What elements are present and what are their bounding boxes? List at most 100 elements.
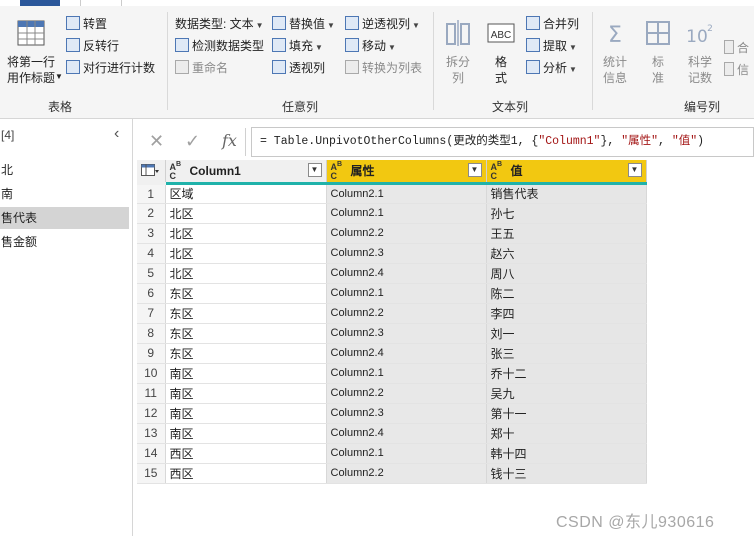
cell-column1[interactable]: 区域 [165, 183, 327, 204]
convert-to-list-label: 转换为列表 [362, 61, 423, 75]
cell-value[interactable]: 李四 [486, 303, 647, 324]
unpivot-columns-button[interactable]: 逆透视列 ▼ [345, 16, 420, 34]
cell-column1[interactable]: 北区 [165, 203, 327, 224]
cell-value[interactable]: 钱十三 [486, 463, 647, 484]
statistics-button[interactable]: Σ 统计 信息 [597, 18, 633, 86]
formula-text: , [658, 135, 672, 148]
query-item[interactable]: 售金额 [0, 231, 129, 253]
filter-dropdown-icon[interactable]: ▼ [307, 163, 322, 177]
text-type-icon[interactable]: AB C [170, 160, 186, 181]
cell-column1[interactable]: 南区 [165, 383, 327, 404]
column-header-value[interactable]: AB C 值 ▼ [486, 160, 647, 185]
cell-value[interactable]: 销售代表 [486, 183, 647, 204]
filter-dropdown-icon[interactable]: ▼ [627, 163, 642, 177]
fx-icon[interactable]: fx [222, 131, 237, 150]
cell-attribute[interactable]: Column2.1 [326, 183, 487, 204]
extract-button[interactable]: 提取 ▼ [526, 38, 577, 56]
cell-value[interactable]: 吴九 [486, 383, 647, 404]
row-number: 12 [137, 403, 166, 424]
replace-values-button[interactable]: 替换值 ▼ [272, 16, 335, 34]
merge-columns-button[interactable]: 合并列 [526, 16, 579, 32]
confirm-formula-icon[interactable]: ✓ [185, 131, 200, 152]
query-item[interactable]: 南 [0, 183, 129, 205]
count-rows-button[interactable]: 对行进行计数 [66, 60, 155, 76]
chevron-down-icon[interactable]: ▼ [55, 72, 63, 81]
reverse-rows-button[interactable]: 反转行 [66, 38, 119, 54]
cell-value[interactable]: 张三 [486, 343, 647, 364]
cell-attribute[interactable]: Column2.2 [326, 383, 487, 404]
pivot-column-label: 透视列 [289, 61, 326, 75]
svg-text:10: 10 [686, 27, 708, 47]
convert-to-list-button[interactable]: 转换为列表 [345, 60, 422, 76]
cell-column1[interactable]: 西区 [165, 463, 327, 484]
cell-attribute[interactable]: Column2.4 [326, 343, 487, 364]
cell-column1[interactable]: 南区 [165, 423, 327, 444]
cancel-formula-icon[interactable]: ✕ [149, 131, 164, 152]
cell-column1[interactable]: 东区 [165, 283, 327, 304]
move-button[interactable]: 移动 ▼ [345, 38, 396, 56]
cell-value[interactable]: 周八 [486, 263, 647, 284]
transpose-button[interactable]: 转置 [66, 16, 107, 32]
pivot-column-icon [272, 60, 286, 74]
cell-value[interactable]: 刘一 [486, 323, 647, 344]
query-item[interactable]: 北 [0, 159, 129, 181]
table-row: 12 南区 Column2.3 第十一 [137, 403, 647, 424]
formula-input[interactable]: = Table.UnpivotOtherColumns(更改的类型1, {"Co… [251, 127, 754, 157]
text-type-icon[interactable]: AB C [491, 160, 507, 181]
table-row: 7 东区 Column2.2 李四 [137, 303, 647, 324]
cell-attribute[interactable]: Column2.2 [326, 303, 487, 324]
cell-attribute[interactable]: Column2.3 [326, 403, 487, 424]
cell-attribute[interactable]: Column2.2 [326, 463, 487, 484]
cell-attribute[interactable]: Column2.3 [326, 323, 487, 344]
cell-value[interactable]: 第十一 [486, 403, 647, 424]
table-row: 9 东区 Column2.4 张三 [137, 343, 647, 364]
data-type-dropdown[interactable]: 数据类型: 文本 ▼ [175, 16, 264, 34]
cell-attribute[interactable]: Column2.2 [326, 223, 487, 244]
query-item-selected[interactable]: 售代表 [0, 207, 129, 229]
row-number: 1 [137, 183, 166, 204]
cell-column1[interactable]: 东区 [165, 303, 327, 324]
cell-attribute[interactable]: Column2.4 [326, 423, 487, 444]
cell-value[interactable]: 赵六 [486, 243, 647, 264]
column-header-column1[interactable]: AB C Column1 ▼ [165, 160, 327, 185]
filter-dropdown-icon[interactable]: ▼ [467, 163, 482, 177]
cell-column1[interactable]: 北区 [165, 263, 327, 284]
split-column-button[interactable]: 拆分 列 [440, 18, 476, 86]
text-type-icon[interactable]: AB C [331, 160, 347, 181]
cell-value[interactable]: 陈二 [486, 283, 647, 304]
cell-attribute[interactable]: Column2.1 [326, 443, 487, 464]
cell-column1[interactable]: 南区 [165, 363, 327, 384]
chevron-left-icon[interactable]: ‹ [114, 125, 119, 143]
information-button[interactable]: 信 [724, 62, 749, 78]
cell-attribute[interactable]: Column2.1 [326, 283, 487, 304]
cell-value[interactable]: 乔十二 [486, 363, 647, 384]
cell-column1[interactable]: 北区 [165, 243, 327, 264]
column-header-attribute[interactable]: AB C 属性 ▼ [326, 160, 487, 185]
cell-column1[interactable]: 北区 [165, 223, 327, 244]
table-menu-button[interactable] [137, 160, 166, 185]
cell-attribute[interactable]: Column2.4 [326, 263, 487, 284]
trigonometry-button[interactable]: 合 [724, 40, 749, 56]
cell-column1[interactable]: 东区 [165, 343, 327, 364]
pivot-column-button[interactable]: 透视列 [272, 60, 325, 76]
cell-column1[interactable]: 南区 [165, 403, 327, 424]
cell-value[interactable]: 王五 [486, 223, 647, 244]
parse-button[interactable]: 分析 ▼ [526, 60, 577, 78]
detect-data-type-button[interactable]: 检测数据类型 [175, 38, 264, 54]
cell-value[interactable]: 孙七 [486, 203, 647, 224]
rename-button[interactable]: 重命名 [175, 60, 228, 76]
cell-value[interactable]: 韩十四 [486, 443, 647, 464]
format-button[interactable]: ABC 格 式 [482, 18, 520, 86]
row-number: 15 [137, 463, 166, 484]
scientific-button[interactable]: 10 2 科学 记数 [681, 18, 719, 86]
cell-attribute[interactable]: Column2.1 [326, 203, 487, 224]
cell-value[interactable]: 郑十 [486, 423, 647, 444]
standard-button[interactable]: 标 准 [641, 18, 675, 86]
cell-attribute[interactable]: Column2.3 [326, 243, 487, 264]
cell-column1[interactable]: 西区 [165, 443, 327, 464]
first-row-as-header-button[interactable]: 将第一行 用作标题 [2, 18, 60, 86]
cell-attribute[interactable]: Column2.1 [326, 363, 487, 384]
fill-button[interactable]: 填充 ▼ [272, 38, 323, 56]
table-row: 14 西区 Column2.1 韩十四 [137, 443, 647, 464]
cell-column1[interactable]: 东区 [165, 323, 327, 344]
